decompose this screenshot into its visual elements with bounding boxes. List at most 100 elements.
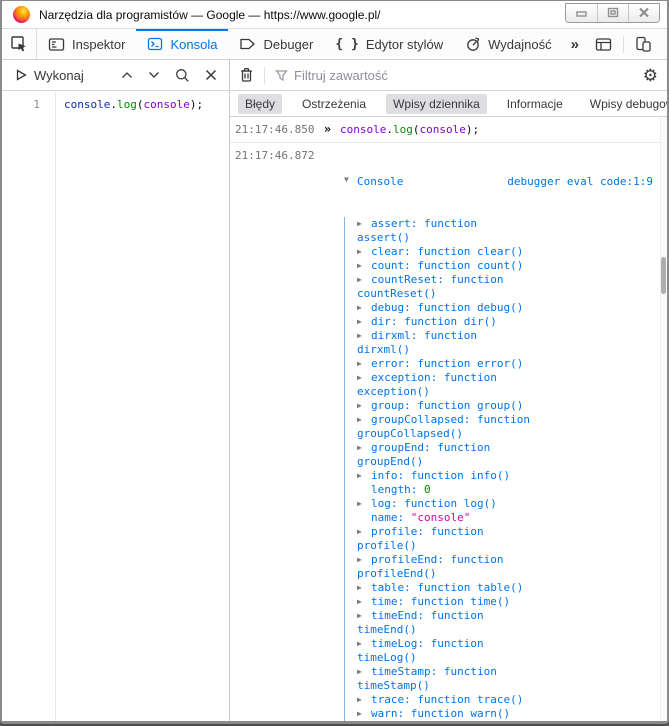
- code-token: dirxml: function: [371, 329, 477, 342]
- tree-line: name: "console": [345, 511, 667, 525]
- code-token: profileEnd(): [357, 567, 437, 580]
- tab-konsola[interactable]: Konsola: [136, 29, 229, 59]
- filter-chip-informacje[interactable]: Informacje: [500, 94, 570, 114]
- minimize-button[interactable]: [566, 3, 597, 22]
- code-token: timeStamp: function: [371, 665, 497, 678]
- expand-twisty-icon[interactable]: ▶: [357, 357, 371, 371]
- code-token: group: function group(): [371, 399, 524, 412]
- expand-twisty-icon[interactable]: ▶: [357, 245, 371, 259]
- expand-twisty-icon[interactable]: ▶: [357, 329, 371, 343]
- code-token: time: function time(): [371, 595, 511, 608]
- tree-line: ▶ countReset: function: [345, 273, 667, 287]
- filter-chip-ostrze-enia[interactable]: Ostrzeżenia: [295, 94, 373, 114]
- code-token: length:: [371, 483, 424, 496]
- editor-code-line[interactable]: console.log(console);: [56, 91, 229, 721]
- pretty-print-icon[interactable]: [175, 68, 190, 83]
- expand-twisty-icon[interactable]: ▶: [357, 609, 371, 623]
- expand-twisty-icon[interactable]: ▶: [357, 371, 371, 385]
- tree-line: ▶ count: function count(): [345, 259, 667, 273]
- expand-twisty-icon[interactable]: ▶: [357, 553, 371, 567]
- editor-toolbar: Wykonaj: [2, 60, 230, 90]
- filter-bar: Błędy Ostrzeżenia Wpisy dziennika Informacj…: [230, 91, 667, 117]
- close-editor-icon[interactable]: [205, 69, 217, 81]
- object-property-tree: ▶ assert: function assert() ▶ clear: functio…: [344, 217, 667, 721]
- tree-line: dirxml(): [345, 343, 667, 357]
- filter-field: [275, 67, 636, 83]
- firefox-icon: [13, 6, 30, 23]
- expand-twisty-icon[interactable]: ▶: [357, 217, 371, 231]
- expand-twisty-icon[interactable]: ▶: [357, 259, 371, 273]
- code-token: dir: function dir(): [371, 315, 497, 328]
- settings-gear-icon[interactable]: ⚙: [643, 67, 658, 84]
- expand-twisty-icon[interactable]: ▶: [357, 707, 371, 721]
- expand-twisty-icon[interactable]: ▶: [357, 273, 371, 287]
- expand-twisty-icon[interactable]: ▶: [357, 441, 371, 455]
- close-button[interactable]: [628, 3, 659, 22]
- more-tabs-button[interactable]: »: [563, 29, 587, 59]
- collapse-twisty-icon[interactable]: ▼: [344, 175, 357, 184]
- next-expression-icon[interactable]: [148, 71, 160, 79]
- code-token: .: [386, 123, 393, 136]
- tab-debuger[interactable]: Debuger: [228, 29, 324, 59]
- tree-line: ▶ dirxml: function: [345, 329, 667, 343]
- code-token: groupCollapsed: function: [371, 413, 530, 426]
- tab-wydajno-[interactable]: Wydajność: [454, 29, 562, 59]
- split-console-icon[interactable]: [587, 37, 620, 52]
- expand-twisty-icon[interactable]: ▶: [357, 525, 371, 539]
- code-token: console: [340, 123, 387, 136]
- code-token: clear: function clear(): [371, 245, 524, 258]
- expand-twisty-icon[interactable]: ▶: [357, 497, 371, 511]
- tree-line: ▶ warn: function warn(): [345, 707, 667, 721]
- editor-pane[interactable]: 1 console.log(console);: [2, 91, 230, 721]
- tab-inspektor[interactable]: Inspektor: [37, 29, 136, 59]
- expand-twisty-icon[interactable]: ▶: [357, 413, 371, 427]
- expand-twisty-icon[interactable]: ▶: [357, 693, 371, 707]
- restore-button[interactable]: [597, 3, 628, 22]
- scrollbar-track[interactable]: [660, 117, 667, 721]
- tree-line: ▶ exception: function: [345, 371, 667, 385]
- run-button[interactable]: Wykonaj: [16, 68, 84, 83]
- funnel-icon: [275, 69, 288, 81]
- expand-twisty-icon[interactable]: ▶: [357, 469, 371, 483]
- expand-twisty-icon[interactable]: ▶: [357, 581, 371, 595]
- scrollbar-thumb[interactable]: [661, 257, 666, 294]
- code-token: profile(): [357, 539, 417, 552]
- code-token: count: function count(): [371, 259, 524, 272]
- code-token: timeEnd: function: [371, 609, 484, 622]
- code-token: groupEnd(): [357, 455, 424, 468]
- tree-line: timeLog(): [345, 651, 667, 665]
- clear-console-icon[interactable]: [239, 67, 254, 83]
- devtools-tab-bar: Inspektor Konsola Debuger { } Edytor stylów W…: [2, 29, 667, 60]
- expand-twisty-icon[interactable]: ▶: [357, 665, 371, 679]
- debugger-icon: [239, 37, 256, 51]
- tree-line: ▶ info: function info(): [345, 469, 667, 483]
- filter-chip-wpisy-debugowania[interactable]: Wpisy debugowania: [583, 94, 667, 114]
- pick-element-button[interactable]: [2, 29, 37, 59]
- code-token: groupCollapsed(): [357, 427, 463, 440]
- tree-line: ▶ groupCollapsed: function: [345, 413, 667, 427]
- expand-twisty-icon[interactable]: ▶: [357, 301, 371, 315]
- previous-expression-icon[interactable]: [121, 71, 133, 79]
- filter-input[interactable]: [294, 67, 636, 83]
- object-result-body: ▼ Console debugger eval code:1:9 ▶ assert…: [340, 143, 667, 721]
- code-token: debug: function debug(): [371, 301, 524, 314]
- code-token: name:: [371, 511, 411, 524]
- frame-location-link[interactable]: debugger eval code:1:9: [507, 175, 667, 188]
- tree-line: ▶ error: function error(): [345, 357, 667, 371]
- tree-line: ▶ trace: function trace(): [345, 693, 667, 707]
- object-class-name[interactable]: Console: [357, 175, 403, 188]
- expand-twisty-icon[interactable]: ▶: [357, 315, 371, 329]
- menu-icon[interactable]: •••: [660, 37, 667, 52]
- responsive-mode-icon[interactable]: [627, 36, 660, 52]
- devtools-window: Narzędzia dla programistów — Google — ht…: [2, 1, 667, 721]
- expand-twisty-icon[interactable]: ▶: [357, 399, 371, 413]
- filter-chip-b-dy[interactable]: Błędy: [238, 93, 283, 114]
- filter-chip-wpisy-dziennika[interactable]: Wpisy dziennika: [386, 93, 487, 114]
- tree-line: length: 0: [345, 483, 667, 497]
- expand-twisty-icon[interactable]: ▶: [357, 595, 371, 609]
- tree-line: ▶ timeLog: function: [345, 637, 667, 651]
- code-token: timeStamp(): [357, 679, 430, 692]
- code-token: timeLog(): [357, 651, 417, 664]
- tab-edytor-styl-w[interactable]: { } Edytor stylów: [324, 29, 454, 59]
- expand-twisty-icon[interactable]: ▶: [357, 637, 371, 651]
